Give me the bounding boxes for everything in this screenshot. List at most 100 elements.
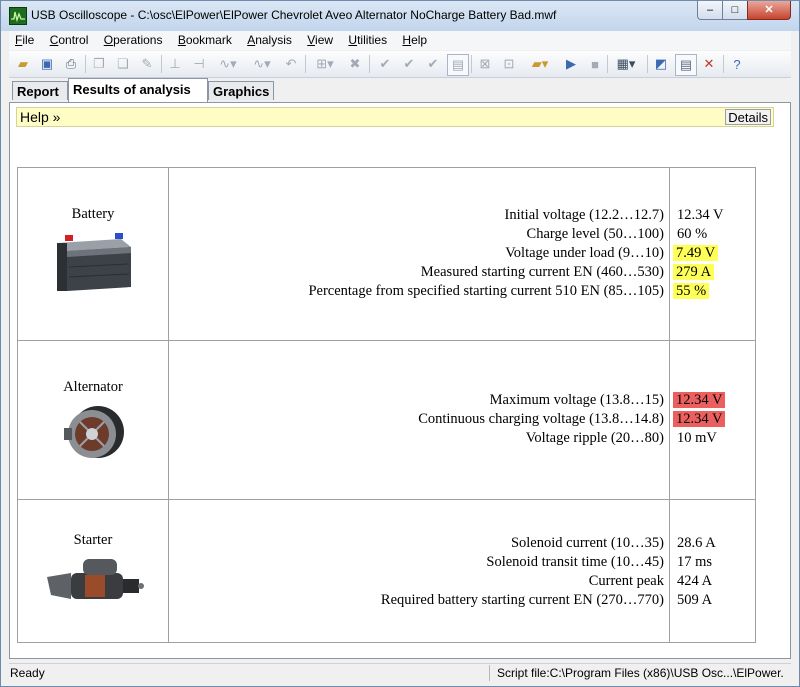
starter-image: [47, 559, 144, 599]
check-down-icon[interactable]: ✔: [399, 54, 419, 74]
stop-icon[interactable]: ■: [585, 54, 605, 74]
tab-bar: Report Results of analysis Graphics: [9, 78, 791, 102]
tab-graphics[interactable]: Graphics: [208, 81, 274, 100]
help-icon[interactable]: ?: [727, 54, 747, 74]
status-separator: [489, 665, 490, 681]
battery-value-voltage-under-load: 7.49 V: [673, 245, 719, 261]
save-icon[interactable]: ▣: [37, 54, 57, 74]
toolbar-separator: [85, 55, 86, 73]
copy-icon[interactable]: ❐: [89, 54, 109, 74]
toolbar: ▰ ▣ ⎙ ❐ ❏ ✎ ⊥ ⊣ ∿▾ ∿▾ ↶ ⊞▾ ✖ ✔ ✔ ✔ ▤ ⊠ ⊡…: [9, 51, 791, 78]
play-icon[interactable]: ▶: [561, 54, 581, 74]
battery-label-charge-level: Charge level (50…100): [526, 226, 664, 242]
battery-label-percentage: Percentage from specified starting curre…: [308, 283, 664, 299]
details-button[interactable]: Details: [725, 109, 771, 125]
status-bar: Ready Script file:C:\Program Files (x86)…: [9, 663, 791, 682]
folder-icon[interactable]: ▰▾: [525, 54, 555, 74]
title-bar[interactable]: USB Oscilloscope - C:\osc\ElPower\ElPowe…: [1, 1, 799, 31]
menu-bookmark[interactable]: Bookmark: [172, 31, 238, 47]
battery-value-percentage: 55 %: [673, 283, 710, 299]
menu-bookmark-label: ookmark: [185, 33, 232, 47]
alternator-value-maximum-voltage: 12.34 V: [673, 392, 726, 408]
properties-icon[interactable]: ✎: [137, 54, 157, 74]
value-cell: 12.34 V 12.34 V 10 mV: [669, 340, 756, 500]
alternator-labels: Maximum voltage (13.8…15) Continuous cha…: [169, 341, 669, 448]
battery-label-voltage-under-load: Voltage under load (9…10): [505, 245, 664, 261]
table-row-battery: Battery Initial voltage (12.2…12.7) Char…: [17, 167, 756, 341]
alternator-label-charging-voltage: Continuous charging voltage (13.8…14.8): [418, 411, 664, 427]
menu-control[interactable]: Control: [44, 31, 95, 47]
battery-values: 12.34 V 60 % 7.49 V 279 A 55 %: [670, 168, 755, 301]
check-icon[interactable]: ✔: [375, 54, 395, 74]
help-link[interactable]: Help »: [20, 109, 60, 125]
starter-value-current-peak: 424 A: [677, 573, 713, 589]
menu-operations[interactable]: Operations: [98, 31, 169, 47]
starter-value-solenoid-current: 28.6 A: [677, 535, 716, 551]
menu-control-label: ontrol: [58, 33, 89, 47]
status-text: Ready: [10, 666, 45, 680]
tab-results-of-analysis[interactable]: Results of analysis: [68, 78, 208, 102]
battery-value-charge-level: 60 %: [677, 226, 708, 242]
menu-bookmark-accel: B: [177, 33, 186, 47]
results-table: Battery Initial voltage (12.2…12.7) Char…: [17, 167, 756, 643]
menu-utilities[interactable]: Utilities: [342, 31, 393, 47]
starter-values: 28.6 A 17 ms 424 A 509 A: [670, 500, 755, 610]
component-name-alternator: Alternator: [63, 379, 123, 395]
alternator-values: 12.34 V 12.34 V 10 mV: [670, 341, 755, 448]
starter-value-solenoid-transit-time: 17 ms: [677, 554, 713, 570]
menu-file[interactable]: File: [9, 31, 40, 47]
minimize-button[interactable]: –: [697, 1, 723, 20]
value-cell: 28.6 A 17 ms 424 A 509 A: [669, 499, 756, 643]
cursor-icon[interactable]: ⊥: [165, 54, 185, 74]
signal2-icon[interactable]: ∿▾: [247, 54, 277, 74]
paste-icon[interactable]: ❏: [113, 54, 133, 74]
chart-icon[interactable]: ◩: [651, 54, 671, 74]
maximize-button[interactable]: □: [722, 1, 748, 20]
table-row-alternator: Alternator Maximum voltage (13.8…15) Con…: [17, 340, 756, 500]
battery-labels: Initial voltage (12.2…12.7) Charge level…: [169, 168, 669, 301]
battery-value-starting-current: 279 A: [673, 264, 715, 280]
battery-image: [57, 233, 131, 291]
check-all-icon[interactable]: ✔: [423, 54, 443, 74]
signal-icon[interactable]: ∿▾: [213, 54, 243, 74]
menu-help[interactable]: Help: [396, 31, 433, 47]
description-cell: Maximum voltage (13.8…15) Continuous cha…: [168, 340, 670, 500]
component-cell: Starter: [17, 499, 169, 643]
report-icon[interactable]: ▤: [675, 54, 697, 76]
results-panel: Help » Details Battery Initial voltage (…: [9, 102, 791, 659]
clear-icon[interactable]: ✕: [699, 54, 719, 74]
menu-view[interactable]: View: [301, 31, 339, 47]
toolbar-separator: [723, 55, 724, 73]
marker-icon[interactable]: ⊣: [189, 54, 209, 74]
starter-labels: Solenoid current (10…35) Solenoid transi…: [169, 500, 669, 610]
menu-operations-accel: O: [103, 33, 114, 47]
print-icon[interactable]: ⎙: [61, 54, 81, 74]
menu-analysis-label: nalysis: [255, 33, 292, 47]
delete-icon[interactable]: ✖: [345, 54, 365, 74]
zoom-fit-icon[interactable]: ⊡: [499, 54, 519, 74]
oscilloscope-app-icon: [9, 7, 27, 25]
starter-value-required-current: 509 A: [677, 592, 713, 608]
battery-label-initial-voltage: Initial voltage (12.2…12.7): [504, 207, 664, 223]
open-icon[interactable]: ▰: [13, 54, 33, 74]
close-button[interactable]: ✕: [747, 1, 791, 20]
monitor-icon[interactable]: ▦▾: [611, 54, 641, 74]
alternator-label-voltage-ripple: Voltage ripple (20…80): [525, 430, 664, 446]
description-cell: Solenoid current (10…35) Solenoid transi…: [168, 499, 670, 643]
tab-report[interactable]: Report: [12, 81, 68, 100]
alternator-image: [64, 406, 124, 458]
filter-icon[interactable]: ⊞▾: [309, 54, 341, 74]
table-row-starter: Starter Solenoid current (10…35) Solenoi…: [17, 499, 756, 643]
menu-analysis[interactable]: Analysis: [241, 31, 298, 47]
menu-view-accel: V: [307, 33, 316, 47]
menu-analysis-accel: A: [247, 33, 256, 47]
starter-label-current-peak: Current peak: [588, 573, 664, 589]
page-icon[interactable]: ▤: [447, 54, 469, 76]
undo-icon[interactable]: ↶: [281, 54, 301, 74]
alternator-value-charging-voltage: 12.34 V: [673, 411, 726, 427]
zoom-icon[interactable]: ⊠: [475, 54, 495, 74]
menu-utilities-label: tilities: [357, 33, 388, 47]
window-title: USB Oscilloscope - C:\osc\ElPower\ElPowe…: [31, 8, 557, 22]
toolbar-separator: [647, 55, 648, 73]
starter-label-solenoid-current: Solenoid current (10…35): [510, 535, 664, 551]
